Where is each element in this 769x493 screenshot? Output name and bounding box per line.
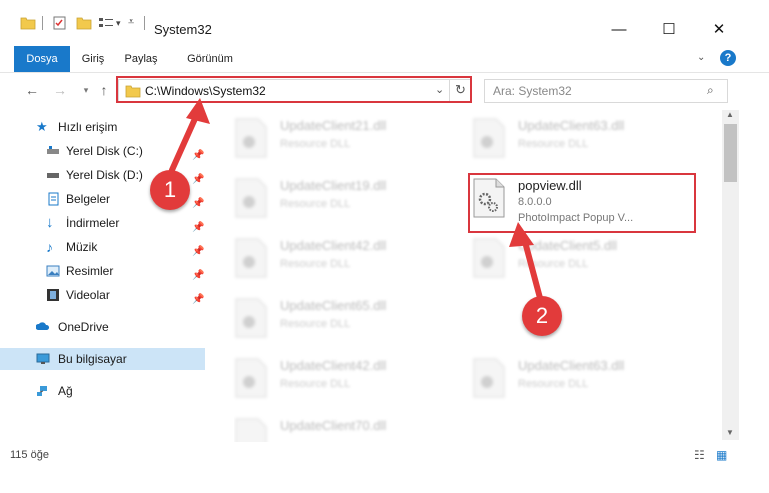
properties-icon[interactable] [52,16,68,30]
vertical-scrollbar[interactable]: ▲ ▼ [722,110,739,440]
drive-icon [47,173,59,178]
file-icon [473,118,505,158]
documents-icon [48,192,59,206]
sidebar-item-videos[interactable]: Videolar 📌 [0,284,205,306]
separator [42,16,43,30]
close-button[interactable]: ✕ [696,16,742,46]
star-icon: ★ [36,119,48,134]
address-highlight [116,76,472,103]
large-icons-view-icon[interactable]: ▦ [716,448,727,462]
navigation-pane: ★ Hızlı erişim Yerel Disk (C:) 📌 Yerel D… [0,110,205,440]
sidebar-item-music[interactable]: ♪ Müzik 📌 [0,236,205,258]
file-item[interactable]: UpdateClient65.dll Resource DLL [234,294,464,350]
file-list: UpdateClient21.dll Resource DLL UpdateCl… [206,108,720,442]
window-title: System32 [154,22,212,37]
folder-icon [20,17,36,30]
sidebar-item-local-disk-c[interactable]: Yerel Disk (C:) 📌 [0,140,205,162]
scrollbar-thumb[interactable] [724,124,737,182]
separator [144,16,145,30]
new-folder-icon[interactable] [76,16,92,30]
pin-icon[interactable]: 📌 [192,289,204,311]
item-count: 115 öğe [10,449,49,461]
search-box[interactable]: Ara: System32 ⌕ [484,79,728,103]
file-icon [235,418,267,442]
file-icon [235,178,267,218]
sidebar-item-this-pc[interactable]: Bu bilgisayar [0,348,205,370]
back-button[interactable]: ← [22,80,42,100]
videos-icon [47,289,59,301]
maximize-button[interactable]: ☐ [646,16,692,46]
tab-share[interactable]: Paylaş [116,46,166,72]
file-icon [235,238,267,278]
file-icon [473,358,505,398]
drive-icon [47,146,59,154]
help-icon[interactable]: ? [720,50,736,66]
status-bar: 115 öğe ☷ ▦ [0,444,769,466]
file-icon [235,358,267,398]
tab-home[interactable]: Giriş [74,46,112,72]
network-icon [37,386,47,396]
recent-locations-icon[interactable]: ▾ [76,80,96,100]
file-item[interactable]: UpdateClient63.dll Resource DLL [472,114,702,170]
sidebar-item-onedrive[interactable]: OneDrive [0,316,205,338]
title-bar: ▾ ⩡ System32 — ☐ ✕ [0,0,769,46]
file-item[interactable]: UpdateClient19.dll Resource DLL [234,174,464,230]
cloud-icon [36,322,50,330]
customize-toolbar-icon[interactable]: ⩡ [128,16,134,29]
search-icon[interactable]: ⌕ [707,83,714,98]
chevron-down-icon[interactable]: ▾ [116,18,121,29]
music-icon: ♪ [46,239,53,255]
file-highlight [468,173,696,233]
file-item[interactable]: UpdateClient63.dll Resource DLL [472,354,702,410]
file-icon [235,118,267,158]
sidebar-item-network[interactable]: Ağ [0,380,205,402]
computer-icon [36,353,50,364]
file-item[interactable]: UpdateClient21.dll Resource DLL [234,114,464,170]
details-view-icon[interactable]: ☷ [694,448,705,462]
file-item[interactable]: UpdateClient42.dll Resource DLL [234,354,464,410]
view-options-icon[interactable] [98,16,114,30]
file-icon [235,298,267,338]
up-button[interactable]: ↑ [94,80,114,100]
sidebar-item-quick-access[interactable]: ★ Hızlı erişim [0,116,205,138]
tab-view[interactable]: Görünüm [178,46,242,72]
forward-button[interactable]: → [50,80,70,100]
file-icon [473,238,505,278]
step-badge-2: 2 [522,296,562,336]
search-input[interactable]: Ara: System32 [493,84,572,98]
download-icon: ↓ [46,214,54,231]
scroll-down-icon[interactable]: ▼ [726,428,734,437]
sidebar-item-downloads[interactable]: ↓ İndirmeler 📌 [0,212,205,234]
file-item[interactable]: UpdateClient5.dll Resource DLL [472,234,702,290]
tab-file[interactable]: Dosya [14,46,70,72]
file-item[interactable]: UpdateClient42.dll Resource DLL [234,234,464,290]
scroll-up-icon[interactable]: ▲ [726,110,734,119]
file-item[interactable]: UpdateClient70.dll [234,414,464,442]
pictures-icon [46,265,60,277]
sidebar-item-pictures[interactable]: Resimler 📌 [0,260,205,282]
ribbon-tabs: Dosya Giriş Paylaş Görünüm ⌄ ? [0,46,769,73]
step-badge-1: 1 [150,170,190,210]
expand-ribbon-icon[interactable]: ⌄ [697,52,705,63]
minimize-button[interactable]: — [596,16,642,46]
